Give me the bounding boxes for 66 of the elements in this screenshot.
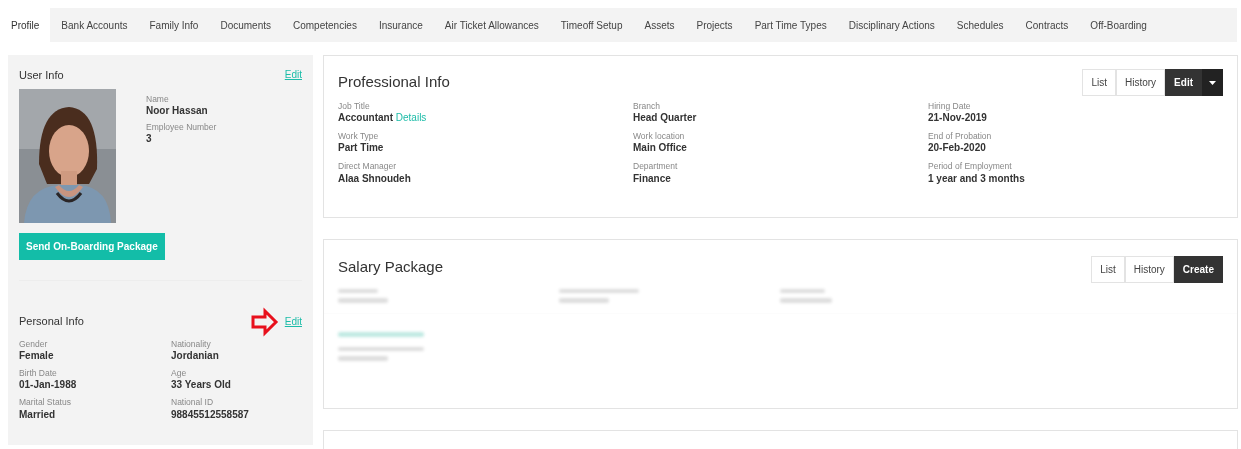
dropdown-button[interactable]	[1202, 69, 1223, 96]
action-button[interactable]: Create	[1173, 256, 1223, 283]
caret-icon	[1209, 80, 1216, 85]
tab[interactable]: Insurance	[367, 8, 434, 42]
field-label: Birth Date	[19, 368, 58, 379]
tab[interactable]: Disciplinary Actions	[837, 8, 946, 42]
field-label: Gender	[19, 339, 49, 350]
tab[interactable]: Family Info	[138, 8, 210, 42]
tab[interactable]: Competencies	[282, 8, 368, 42]
tab[interactable]: Air Ticket Allowances	[433, 8, 550, 42]
field-value: Married	[19, 407, 57, 421]
field-label: Work Type	[338, 131, 380, 142]
card-title: Salary Package	[338, 257, 444, 277]
field-value: 01-Jan-1988	[19, 378, 78, 392]
blurred-text	[780, 298, 832, 303]
field-label: Work location	[633, 131, 686, 142]
field-label: Direct Manager	[338, 161, 398, 172]
list-button[interactable]: List	[1082, 69, 1116, 96]
field-label: Employee Number	[146, 121, 217, 132]
history-button[interactable]: History	[1116, 69, 1166, 96]
tab[interactable]: Profile	[0, 8, 51, 42]
tab[interactable]: Contracts	[1014, 8, 1080, 42]
field-value: 20-Feb-2020	[928, 141, 987, 155]
tab[interactable]: Off-Boarding	[1079, 8, 1158, 42]
tab[interactable]: Schedules	[945, 8, 1015, 42]
field-value: 33 Years Old	[171, 378, 232, 392]
history-button[interactable]: History	[1124, 256, 1174, 283]
field-value: Female	[19, 349, 55, 363]
field-value: Accountant	[338, 112, 393, 124]
action-button[interactable]: Edit	[1165, 69, 1202, 96]
field-value: Head Quarter	[633, 111, 698, 125]
blurred-text	[338, 356, 388, 361]
field-label: Job Title	[338, 101, 371, 112]
section-title: Personal Info	[19, 314, 84, 330]
field-value: Finance	[633, 171, 672, 185]
field-value: 1 year and 3 months	[928, 171, 1026, 185]
blurred-text	[559, 298, 609, 303]
tab[interactable]: Projects	[685, 8, 744, 42]
tab[interactable]: Timeoff Setup	[549, 8, 634, 42]
field-value: Alaa Shnoudeh	[338, 171, 412, 185]
field-label: National ID	[171, 397, 215, 408]
list-button[interactable]: List	[1091, 256, 1125, 283]
field-value: Part Time	[338, 141, 385, 155]
field-label: End of Probation	[928, 131, 993, 142]
field-value: 3	[146, 132, 153, 145]
field-value: Jordanian	[171, 349, 220, 363]
field-label: Nationality	[171, 339, 212, 350]
field-value: 21-Nov-2019	[928, 111, 988, 125]
card-title: Professional Info	[338, 72, 450, 92]
blurred-text	[338, 298, 388, 303]
field-label: Name	[146, 93, 170, 104]
tab[interactable]: Bank Accounts	[50, 8, 139, 42]
field-label: Branch	[633, 101, 661, 112]
field-label: Period of Employment	[928, 161, 1013, 172]
field-label: Department	[633, 161, 679, 172]
tab[interactable]: Documents	[209, 8, 282, 42]
field-label: Age	[171, 368, 188, 379]
field-label: Marital Status	[19, 397, 72, 408]
tab[interactable]: Assets	[633, 8, 686, 42]
arrow-icon	[249, 306, 280, 337]
field-value: Main Office	[633, 141, 688, 155]
section-title: User Info	[19, 68, 64, 83]
field-label: Hiring Date	[928, 101, 972, 112]
field-value: 98845512558587	[171, 407, 250, 421]
field-value: Noor Hassan	[146, 103, 209, 117]
tab[interactable]: Part Time Types	[743, 8, 838, 42]
